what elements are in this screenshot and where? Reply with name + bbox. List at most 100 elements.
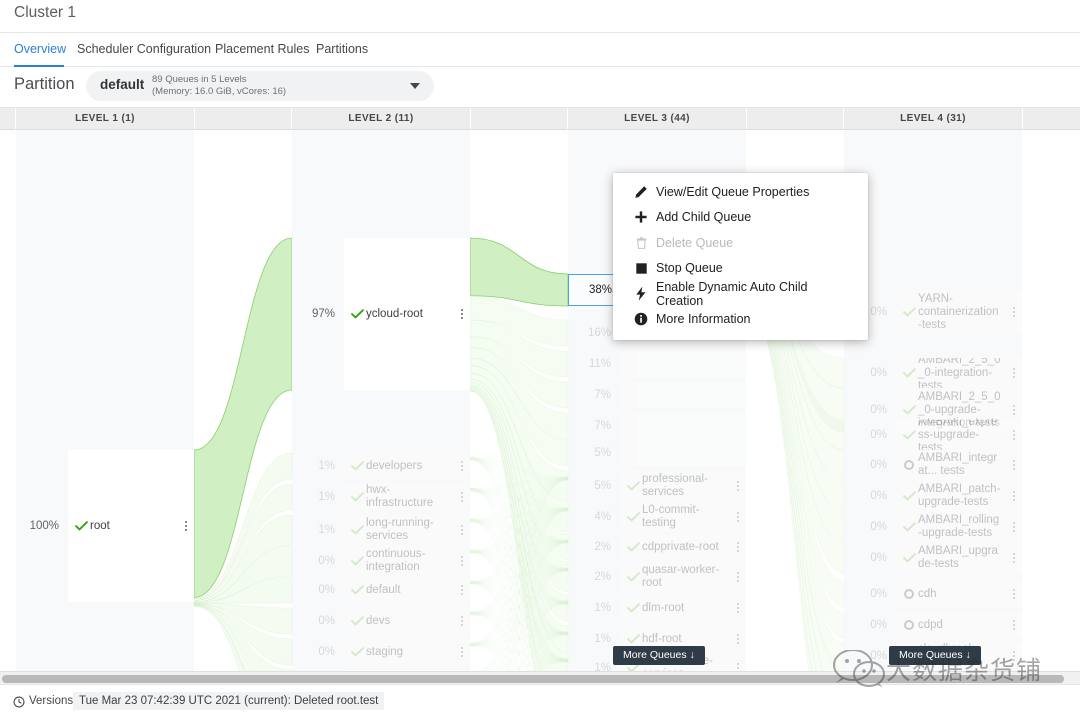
queue-running-status <box>348 525 366 535</box>
queue-node[interactable]: 0% default <box>292 577 470 603</box>
menu-item-stop-queue[interactable]: Stop Queue <box>613 256 868 282</box>
queue-stopped-status <box>900 620 918 630</box>
queue-kebab-menu-icon[interactable] <box>730 512 746 522</box>
level-header-separator <box>1022 108 1023 129</box>
tab-partitions[interactable]: Partitions <box>316 33 371 67</box>
horizontal-scrollbar[interactable] <box>0 671 1080 684</box>
queue-running-status <box>900 368 918 378</box>
more-queues-button[interactable]: More Queues ↓ <box>889 646 981 665</box>
queue-node[interactable]: 0% staging <box>292 639 470 665</box>
tab-bar: Overview Scheduler Configuration Placement… <box>0 33 1080 67</box>
queue-running-status <box>348 647 366 657</box>
queue-node[interactable]: 1% developers <box>292 453 470 479</box>
queue-kebab-menu-icon[interactable] <box>454 525 470 535</box>
queue-kebab-menu-icon[interactable] <box>454 556 470 566</box>
queue-kebab-menu-icon[interactable] <box>730 603 746 613</box>
check-icon <box>626 572 640 582</box>
queue-node[interactable]: 0% continuous-integration <box>292 546 470 576</box>
stopped-icon <box>904 460 914 470</box>
queue-kebab-menu-icon[interactable] <box>178 521 194 531</box>
menu-item-view-edit-queue-properties[interactable]: View/Edit Queue Properties <box>613 179 868 205</box>
check-icon <box>350 556 364 566</box>
scrollbar-thumb[interactable] <box>2 675 1064 683</box>
queue-kebab-menu-icon[interactable] <box>1006 589 1022 599</box>
partition-select[interactable]: default 89 Queues in 5 Levels (Memory: 1… <box>86 71 434 101</box>
queue-kebab-menu-icon[interactable] <box>454 616 470 626</box>
tab-overview[interactable]: Overview <box>14 33 66 67</box>
queue-kebab-menu-icon[interactable] <box>1006 368 1022 378</box>
queue-running-status <box>624 634 642 644</box>
queue-node[interactable]: 1% long-running-services <box>292 515 470 545</box>
queue-node[interactable]: 0% devs <box>292 608 470 634</box>
queue-kebab-menu-icon[interactable] <box>730 663 746 671</box>
queue-kebab-menu-icon[interactable] <box>1006 620 1022 630</box>
queue-node[interactable]: 0% cdpd <box>844 612 1022 638</box>
queue-node[interactable]: 11% <box>568 351 746 377</box>
queue-node[interactable]: 0% AMBARI_2_5_0_0-integration-tests <box>844 358 1022 388</box>
tab-placement-rules[interactable]: Placement Rules <box>215 33 310 67</box>
queue-node[interactable]: 2% quasar-worker-root <box>568 562 746 592</box>
queue-capacity-percent: 5% <box>568 440 620 466</box>
queue-node[interactable]: 97% ycloud-root <box>292 238 470 390</box>
queue-kebab-menu-icon[interactable] <box>454 461 470 471</box>
queue-kebab-menu-icon[interactable] <box>1006 307 1022 317</box>
partition-resources: (Memory: 16.0 GiB, vCores: 16) <box>152 86 287 97</box>
queue-node[interactable]: 0% AMBARI_integrat... tests <box>844 450 1022 480</box>
queue-name: hwx-infrastructure <box>366 484 434 509</box>
queue-capacity-percent: 0% <box>292 546 344 576</box>
level-header-3: LEVEL 3 (44) <box>624 113 690 124</box>
queue-kebab-menu-icon[interactable] <box>1006 430 1022 440</box>
queue-node[interactable]: 7% <box>568 413 746 439</box>
queue-kebab-menu-icon[interactable] <box>730 572 746 582</box>
menu-item-enable-dynamic-auto-child-creation[interactable]: Enable Dynamic Auto Child Creation <box>613 279 868 308</box>
queue-node[interactable]: 0% AMBARI_rolling-upgrade-tests <box>844 512 1022 542</box>
queue-node[interactable]: 5% professional-services <box>568 471 746 501</box>
more-queues-button[interactable]: More Queues ↓ <box>613 646 705 665</box>
menu-item-more-information[interactable]: More Information <box>613 307 868 333</box>
queue-kebab-menu-icon[interactable] <box>1006 522 1022 532</box>
queue-kebab-menu-icon[interactable] <box>730 634 746 644</box>
queue-context-menu[interactable]: View/Edit Queue Properties Add Child Queu… <box>613 173 868 340</box>
queue-kebab-menu-icon[interactable] <box>1006 491 1022 501</box>
queue-running-status <box>900 522 918 532</box>
queue-kebab-menu-icon[interactable] <box>730 481 746 491</box>
menu-item-label: Enable Dynamic Auto Child Creation <box>656 279 808 308</box>
queue-kebab-menu-icon[interactable] <box>454 309 470 319</box>
queue-node[interactable]: 0% AMBARI_upgrade-tests <box>844 543 1022 573</box>
queue-node[interactable]: 1% hwx-infrastructure <box>292 484 470 510</box>
queue-node[interactable]: 1% dlm-root <box>568 595 746 621</box>
queue-kebab-menu-icon[interactable] <box>1006 651 1022 661</box>
queue-running-status <box>624 481 642 491</box>
queue-node[interactable]: 100% root <box>16 450 194 602</box>
queue-kebab-menu-icon[interactable] <box>454 647 470 657</box>
menu-item-add-child-queue[interactable]: Add Child Queue <box>613 205 868 231</box>
partition-label: Partition <box>14 75 75 93</box>
queue-capacity-percent: 0% <box>844 450 896 480</box>
pencil-icon <box>630 185 652 199</box>
queue-kebab-menu-icon[interactable] <box>1006 460 1022 470</box>
queue-node[interactable]: 5% <box>568 440 746 466</box>
queue-kebab-menu-icon[interactable] <box>1006 405 1022 415</box>
queue-kebab-menu-icon[interactable] <box>730 542 746 552</box>
queue-capacity-percent: 0% <box>844 358 896 388</box>
queue-name: AMBARI_patch-upgrade-tests <box>918 483 1001 508</box>
queue-capacity-percent: 1% <box>292 484 344 510</box>
tab-scheduler-configuration[interactable]: Scheduler Configuration <box>77 33 211 67</box>
queue-node[interactable]: 0% AMBARI_express-upgrade-tests <box>844 420 1022 450</box>
queue-kebab-menu-icon[interactable] <box>454 585 470 595</box>
queue-capacity-percent: 1% <box>292 515 344 545</box>
queue-capacity-percent: 5% <box>568 471 620 501</box>
check-icon <box>350 461 364 471</box>
queue-node[interactable]: 0% cdh <box>844 581 1022 607</box>
queue-running-status <box>348 556 366 566</box>
queue-node[interactable]: 0% AMBARI_patch-upgrade-tests <box>844 481 1022 511</box>
cluster-title-bar: Cluster 1 <box>0 0 1080 33</box>
queue-node[interactable]: 4% L0-commit-testing <box>568 502 746 532</box>
queue-kebab-menu-icon[interactable] <box>454 492 470 502</box>
queue-node[interactable]: 7% <box>568 382 746 408</box>
menu-item-label: Add Child Queue <box>656 210 752 225</box>
queue-node[interactable]: 0% YARN-containerization-tests <box>844 290 1022 334</box>
queue-node[interactable]: 2% cdpprivate-root <box>568 534 746 560</box>
version-entry[interactable]: Tue Mar 23 07:42:39 UTC 2021 (current): … <box>73 692 385 710</box>
queue-kebab-menu-icon[interactable] <box>1006 553 1022 563</box>
